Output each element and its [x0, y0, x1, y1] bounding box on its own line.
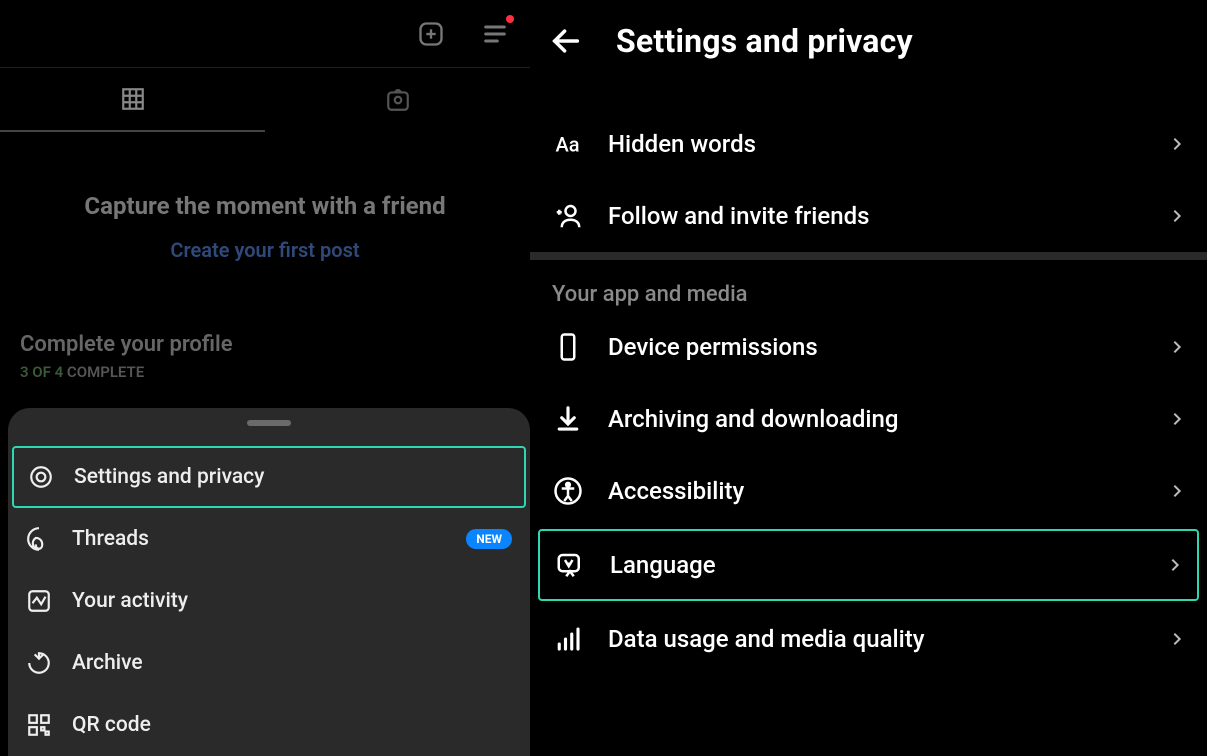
capture-cta: Capture the moment with a friend Create … — [0, 132, 530, 262]
notification-dot-icon — [506, 15, 514, 23]
row-label: Accessibility — [608, 477, 744, 505]
hidden-words-icon: Aa — [552, 128, 584, 160]
row-accessibility[interactable]: Accessibility — [530, 455, 1207, 527]
chevron-right-icon — [1167, 557, 1183, 573]
settings-header: Settings and privacy — [530, 0, 1207, 68]
row-label: Language — [610, 551, 716, 579]
threads-icon — [26, 526, 52, 552]
row-label: Hidden words — [608, 130, 756, 158]
row-label: Archiving and downloading — [608, 405, 898, 433]
data-usage-icon — [552, 623, 584, 655]
chevron-right-icon — [1169, 339, 1185, 355]
complete-fraction: 3 OF 4 — [20, 363, 63, 381]
archive-icon — [26, 650, 52, 676]
profile-top-bar — [0, 0, 530, 68]
menu-label: Threads — [72, 527, 149, 551]
row-label: Follow and invite friends — [608, 202, 869, 230]
complete-profile-sub: 3 OF 4 COMPLETE — [20, 363, 510, 381]
qr-icon — [26, 712, 52, 738]
complete-word: COMPLETE — [67, 363, 144, 381]
row-archiving[interactable]: Archiving and downloading — [530, 383, 1207, 455]
add-friend-icon — [552, 200, 584, 232]
row-device-permissions[interactable]: Device permissions — [530, 311, 1207, 383]
menu-archive[interactable]: Archive — [8, 632, 530, 694]
back-icon[interactable] — [548, 23, 584, 59]
chevron-right-icon — [1169, 483, 1185, 499]
menu-threads[interactable]: Threads NEW — [8, 508, 530, 570]
chevron-right-icon — [1169, 411, 1185, 427]
row-hidden-words[interactable]: Aa Hidden words — [530, 108, 1207, 180]
profile-tabs — [0, 68, 530, 132]
svg-text:Aa: Aa — [556, 133, 580, 157]
sheet-grabber[interactable] — [247, 420, 291, 426]
menu-label: Your activity — [72, 589, 188, 613]
menu-label: Archive — [72, 651, 143, 675]
settings-panel: Settings and privacy Aa Hidden words Fol… — [530, 0, 1207, 756]
activity-icon — [26, 588, 52, 614]
complete-profile-block: Complete your profile 3 OF 4 COMPLETE — [0, 332, 530, 381]
section-app-media: Your app and media — [530, 260, 1207, 311]
menu-label: QR code — [72, 713, 151, 737]
row-language[interactable]: Language — [538, 529, 1199, 601]
accessibility-icon — [552, 475, 584, 507]
profile-panel: Capture the moment with a friend Create … — [0, 0, 530, 756]
tab-tagged[interactable] — [265, 68, 530, 132]
new-badge: NEW — [466, 529, 512, 549]
menu-settings-privacy[interactable]: Settings and privacy — [12, 446, 526, 508]
device-icon — [552, 331, 584, 363]
chevron-right-icon — [1169, 208, 1185, 224]
complete-profile-title: Complete your profile — [20, 332, 510, 357]
gear-icon — [28, 464, 54, 490]
row-follow-invite[interactable]: Follow and invite friends — [530, 180, 1207, 252]
row-label: Device permissions — [608, 333, 818, 361]
download-icon — [552, 403, 584, 435]
cta-title: Capture the moment with a friend — [20, 192, 510, 220]
chevron-right-icon — [1169, 136, 1185, 152]
menu-your-activity[interactable]: Your activity — [8, 570, 530, 632]
menu-icon[interactable] — [478, 17, 512, 51]
tab-grid[interactable] — [0, 68, 265, 132]
section-divider — [530, 252, 1207, 260]
chevron-right-icon — [1169, 631, 1185, 647]
menu-qr-code[interactable]: QR code — [8, 694, 530, 756]
language-icon — [554, 549, 586, 581]
row-data-usage[interactable]: Data usage and media quality — [530, 603, 1207, 675]
create-first-post-link[interactable]: Create your first post — [170, 238, 359, 262]
row-label: Data usage and media quality — [608, 625, 925, 653]
create-icon[interactable] — [414, 17, 448, 51]
bottom-sheet: Settings and privacy Threads NEW Your ac… — [8, 408, 530, 756]
page-title: Settings and privacy — [616, 22, 913, 60]
menu-label: Settings and privacy — [74, 465, 264, 489]
